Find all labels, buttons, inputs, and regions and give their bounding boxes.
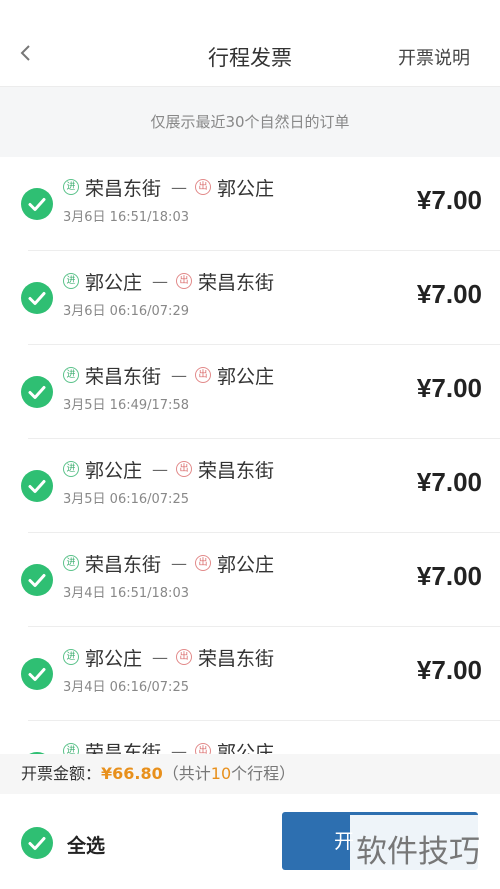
route-separator: —	[152, 459, 169, 479]
trip-time: 3月5日 16:49/17:58	[63, 398, 189, 413]
trip-time: 3月6日 16:51/18:03	[63, 210, 189, 225]
route-separator: —	[171, 553, 188, 573]
trip-checkbox[interactable]	[21, 470, 53, 502]
entry-station-badge-icon: 进	[63, 367, 79, 383]
select-all-checkbox[interactable]	[21, 827, 53, 859]
route-separator: —	[171, 365, 188, 385]
entry-station-badge-icon: 进	[63, 555, 79, 571]
invoice-help-link[interactable]: 开票说明	[398, 44, 470, 70]
checkmark-icon	[28, 292, 46, 305]
trip-row[interactable]: 进郭公庄 — 出荣昌东街 3月5日 06:16/07:25 ¥7.00	[0, 439, 500, 533]
total-label: 开票金额：	[21, 764, 102, 783]
trip-price: ¥7.00	[416, 467, 482, 497]
trip-time: 3月5日 06:16/07:25	[63, 492, 189, 507]
trip-price: ¥7.00	[416, 373, 482, 403]
trip-price: ¥7.00	[416, 185, 482, 215]
trip-from-station: 荣昌东街	[85, 365, 162, 388]
trip-time: 3月4日 16:51/18:03	[63, 586, 189, 601]
trip-to-station: 荣昌东街	[198, 459, 275, 482]
watermark: 软件技巧	[350, 815, 500, 889]
checkmark-icon	[28, 386, 46, 399]
trip-route: 进荣昌东街 — 出郭公庄	[63, 175, 275, 200]
exit-station-badge-icon: 出	[176, 649, 193, 665]
trip-to-station: 郭公庄	[217, 553, 275, 576]
trip-to-station: 荣昌东街	[198, 647, 275, 670]
trip-route: 进荣昌东街 — 出郭公庄	[63, 551, 275, 576]
route-separator: —	[171, 741, 188, 755]
total-bar: 开票金额：¥66.80（共计10个行程）	[0, 754, 500, 794]
exit-station-badge-icon: 出	[176, 461, 193, 477]
exit-station-badge-icon: 出	[176, 273, 193, 289]
total-count-suffix: 个行程）	[231, 764, 296, 783]
checkmark-icon	[28, 198, 46, 211]
trip-route: 进郭公庄 — 出荣昌东街	[63, 269, 275, 294]
trip-to-station: 郭公庄	[217, 365, 275, 388]
trip-route: 进郭公庄 — 出荣昌东街	[63, 645, 275, 670]
trip-row[interactable]: 进郭公庄 — 出荣昌东街 3月6日 06:16/07:29 ¥7.00	[0, 251, 500, 345]
route-separator: —	[152, 647, 169, 667]
trip-checkbox[interactable]	[21, 658, 53, 690]
exit-station-badge-icon: 出	[195, 179, 212, 195]
exit-station-badge-icon: 出	[195, 743, 212, 754]
trip-from-station: 郭公庄	[85, 459, 143, 482]
checkmark-icon	[28, 837, 46, 850]
trip-checkbox[interactable]	[21, 282, 53, 314]
trip-from-station: 郭公庄	[85, 647, 143, 670]
trip-from-station: 荣昌东街	[85, 553, 162, 576]
trip-checkbox[interactable]	[21, 564, 53, 596]
checkmark-icon	[28, 574, 46, 587]
entry-station-badge-icon: 进	[63, 649, 79, 665]
trip-row[interactable]: 进荣昌东街 — 出郭公庄 3月4日 16:51/18:03 ¥7.00	[0, 533, 500, 627]
trip-time: 3月4日 06:16/07:25	[63, 680, 189, 695]
trip-route: 进荣昌东街 — 出郭公庄	[63, 363, 275, 388]
trip-route: 进郭公庄 — 出荣昌东街	[63, 457, 275, 482]
header-bar: 行程发票 开票说明	[0, 0, 500, 87]
exit-station-badge-icon: 出	[195, 367, 212, 383]
trip-price: ¥7.00	[416, 655, 482, 685]
total-count: 10	[210, 764, 232, 783]
trip-checkbox[interactable]	[21, 376, 53, 408]
trip-row[interactable]: 进郭公庄 — 出荣昌东街 3月4日 06:16/07:25 ¥7.00	[0, 627, 500, 721]
trip-price: ¥7.00	[416, 279, 482, 309]
select-all-label[interactable]: 全选	[67, 831, 105, 858]
notice-banner: 仅展示最近30个自然日的订单	[0, 87, 500, 157]
checkmark-icon	[28, 668, 46, 681]
trip-from-station: 郭公庄	[85, 271, 143, 294]
total-amount: ¥66.80	[101, 764, 163, 783]
trip-row[interactable]: 进荣昌东街 — 出郭公庄 3月6日 16:51/18:03 ¥7.00	[0, 157, 500, 251]
total-count-prefix: （共计	[162, 764, 211, 783]
trip-price: ¥7.00	[416, 561, 482, 591]
trip-to-station: 郭公庄	[217, 741, 275, 755]
trip-to-station: 郭公庄	[217, 177, 275, 200]
route-separator: —	[152, 271, 169, 291]
exit-station-badge-icon: 出	[195, 555, 212, 571]
trip-row[interactable]: 进荣昌东街 — 出郭公庄	[0, 721, 500, 754]
trip-checkbox[interactable]	[21, 188, 53, 220]
entry-station-badge-icon: 进	[63, 461, 79, 477]
entry-station-badge-icon: 进	[63, 179, 79, 195]
entry-station-badge-icon: 进	[63, 743, 79, 754]
trip-from-station: 荣昌东街	[85, 741, 162, 755]
trip-route: 进荣昌东街 — 出郭公庄	[63, 739, 274, 754]
checkmark-icon	[28, 480, 46, 493]
trip-time: 3月6日 06:16/07:29	[63, 304, 189, 319]
trip-list: 进荣昌东街 — 出郭公庄 3月6日 16:51/18:03 ¥7.00 进郭公庄 — 出荣昌东…	[0, 157, 500, 754]
entry-station-badge-icon: 进	[63, 273, 79, 289]
trip-to-station: 荣昌东街	[198, 271, 275, 294]
trip-row[interactable]: 进荣昌东街 — 出郭公庄 3月5日 16:49/17:58 ¥7.00	[0, 345, 500, 439]
route-separator: —	[171, 177, 188, 197]
trip-from-station: 荣昌东街	[85, 177, 162, 200]
